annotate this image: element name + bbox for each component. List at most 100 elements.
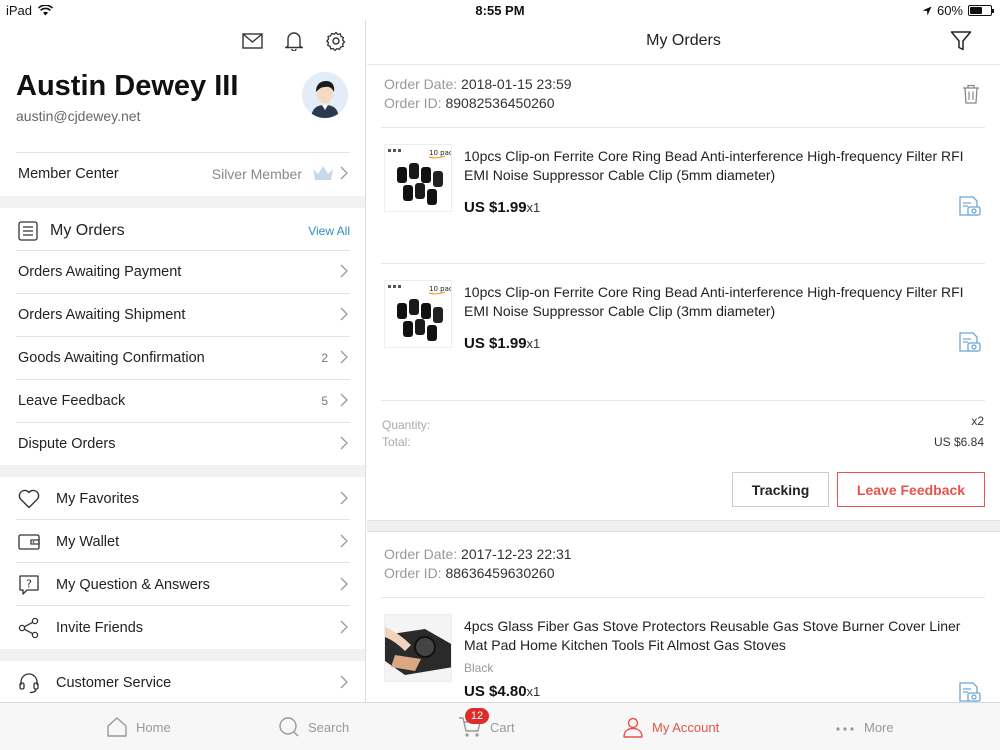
headset-icon (18, 672, 40, 694)
location-icon (922, 6, 932, 15)
chevron-right-icon (340, 534, 348, 548)
sidebar-item-label: Dispute Orders (18, 435, 116, 452)
sidebar-item-label: Leave Feedback (18, 392, 126, 409)
chevron-right-icon (340, 166, 348, 180)
tab-more[interactable]: More (834, 703, 894, 750)
sidebar-item-awaiting-payment[interactable]: Orders Awaiting Payment (0, 250, 365, 293)
sidebar-item-dispute-orders[interactable]: Dispute Orders (0, 422, 365, 465)
product-qty: x1 (526, 200, 541, 215)
chevron-right-icon (340, 620, 348, 634)
member-level: Silver Member (211, 165, 302, 182)
total-value: US $6.84 (933, 435, 984, 449)
product-thumbnail[interactable]: 10 pack (384, 280, 452, 348)
orders-list-icon (18, 221, 38, 241)
heart-icon (18, 488, 40, 510)
my-orders-header[interactable]: My Orders View All (18, 217, 350, 245)
item-count: 2 (321, 350, 328, 365)
product-variant: Black (464, 661, 494, 675)
chevron-right-icon (340, 577, 348, 591)
tab-label: Cart (490, 719, 515, 735)
gear-icon[interactable] (325, 30, 347, 52)
price-value: US $1.99 (464, 199, 527, 216)
tab-bar: Home Search Cart 12 My Account More (0, 702, 1000, 750)
sidebar-item-label: Invite Friends (56, 619, 144, 636)
product-thumbnail[interactable] (384, 614, 452, 682)
order-id-label: Order ID: (384, 565, 442, 581)
tab-label: Search (308, 719, 350, 735)
sidebar-item-label: Goods Awaiting Confirmation (18, 349, 205, 366)
cart-badge: 12 (465, 708, 489, 724)
member-center-label: Member Center (18, 165, 119, 182)
filter-icon[interactable] (950, 30, 972, 52)
sidebar-item-label: My Favorites (56, 490, 139, 507)
sidebar-item-label: Orders Awaiting Payment (18, 263, 182, 280)
my-orders-title: My Orders (50, 222, 125, 239)
order-id-value: 89082536450260 (445, 95, 555, 111)
order-date-label: Order Date: (384, 76, 458, 92)
sidebar-item-questions[interactable]: ? My Question & Answers (0, 563, 365, 606)
order-id: Order ID: 89082536450260 (384, 95, 554, 111)
wallet-icon (18, 531, 40, 553)
order-date-value: 2018-01-15 23:59 (461, 76, 572, 92)
snapshot-icon[interactable] (958, 331, 982, 353)
product-price: US $1.99x1 (464, 335, 540, 352)
sidebar-item-label: My Wallet (56, 533, 120, 550)
product-title[interactable]: 10pcs Clip-on Ferrite Core Ring Bead Ant… (464, 283, 984, 321)
order-id-label: Order ID: (384, 95, 442, 111)
view-all-link[interactable]: View All (308, 224, 350, 238)
avatar[interactable] (302, 72, 348, 118)
order-date: Order Date: 2018-01-15 23:59 (384, 76, 572, 92)
price-value: US $1.99 (464, 335, 527, 352)
clock: 8:55 PM (475, 3, 525, 18)
quantity-label: Quantity: (382, 418, 431, 432)
chevron-right-icon (340, 675, 348, 689)
sidebar-item-customer-service[interactable]: Customer Service (0, 661, 365, 702)
question-icon: ? (18, 574, 40, 596)
pack-label: 10 pack (429, 285, 452, 293)
page-title: My Orders (646, 32, 721, 49)
sidebar-item-favorites[interactable]: My Favorites (0, 477, 365, 520)
leave-feedback-button[interactable]: Leave Feedback (837, 472, 985, 507)
chevron-right-icon (340, 491, 348, 505)
sidebar-item-wallet[interactable]: My Wallet (0, 520, 365, 563)
snapshot-icon[interactable] (958, 195, 982, 217)
orders-panel: My Orders Order Date: 2018-01-15 23:59 O… (367, 20, 1000, 702)
chevron-right-icon (340, 350, 348, 364)
sidebar-item-awaiting-shipment[interactable]: Orders Awaiting Shipment (0, 293, 365, 336)
tab-label: More (864, 719, 894, 735)
sidebar-item-leave-feedback[interactable]: Leave Feedback 5 (0, 379, 365, 422)
chevron-right-icon (340, 307, 348, 321)
bell-icon[interactable] (283, 30, 305, 52)
order-id: Order ID: 88636459630260 (384, 565, 554, 581)
chevron-right-icon (340, 436, 348, 450)
sidebar-item-label: My Question & Answers (56, 576, 210, 593)
order-id-value: 88636459630260 (445, 565, 555, 581)
product-qty: x1 (526, 684, 541, 699)
product-title[interactable]: 10pcs Clip-on Ferrite Core Ring Bead Ant… (464, 147, 984, 185)
tracking-button[interactable]: Tracking (732, 472, 829, 507)
sidebar-item-awaiting-confirmation[interactable]: Goods Awaiting Confirmation 2 (0, 336, 365, 379)
share-icon (18, 617, 40, 639)
member-center-row[interactable]: Member Center Silver Member (0, 152, 365, 195)
tab-home[interactable]: Home (106, 703, 171, 750)
item-count: 5 (321, 393, 328, 408)
tab-my-account[interactable]: My Account (622, 703, 719, 750)
tab-search[interactable]: Search (278, 703, 349, 750)
product-thumbnail[interactable]: 10 pack (384, 144, 452, 212)
crown-icon (313, 166, 333, 180)
account-icon (623, 717, 643, 738)
order-date: Order Date: 2017-12-23 22:31 (384, 546, 572, 562)
status-bar: iPad 8:55 PM 60% (0, 0, 1000, 20)
trash-icon[interactable] (962, 84, 980, 104)
order-date-label: Order Date: (384, 546, 458, 562)
order-date-value: 2017-12-23 22:31 (461, 546, 572, 562)
chevron-right-icon (340, 264, 348, 278)
product-title[interactable]: 4pcs Glass Fiber Gas Stove Protectors Re… (464, 617, 984, 655)
tab-label: Home (136, 719, 171, 735)
mail-icon[interactable] (241, 30, 263, 52)
user-email: austin@cjdewey.net (16, 108, 141, 124)
battery-percent: 60% (936, 3, 963, 18)
snapshot-icon[interactable] (958, 681, 982, 702)
account-sidebar: Austin Dewey III austin@cjdewey.net Memb… (0, 20, 366, 702)
sidebar-item-invite-friends[interactable]: Invite Friends (0, 606, 365, 649)
